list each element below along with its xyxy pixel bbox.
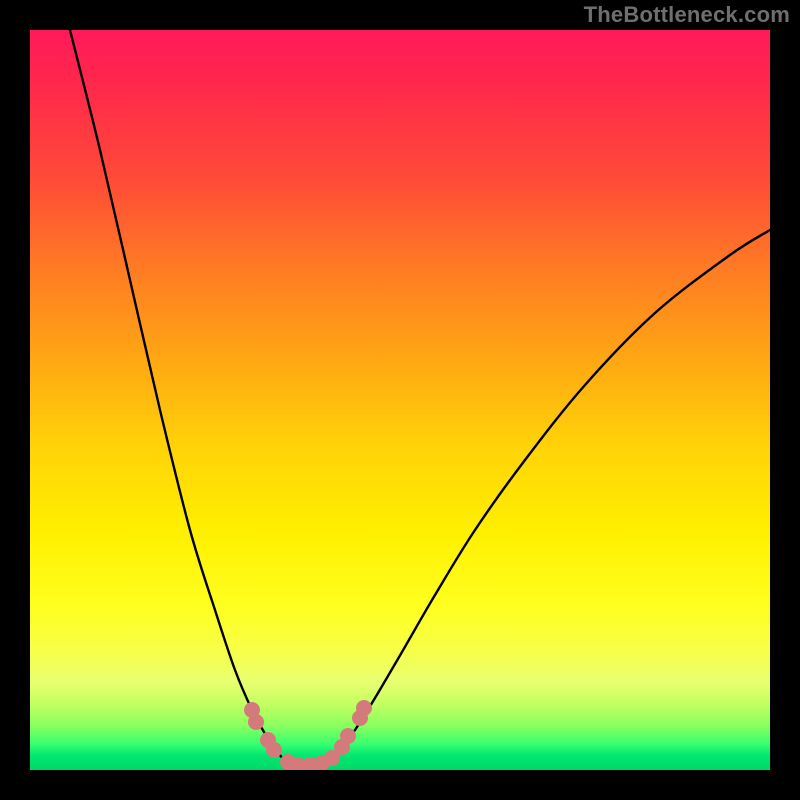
watermark-text: TheBottleneck.com [584, 2, 790, 28]
anchor-dots-group [244, 700, 372, 770]
anchor-dot [340, 728, 356, 744]
plot-area [30, 30, 770, 770]
anchor-dot [356, 700, 372, 716]
anchor-dot [248, 714, 264, 730]
chart-frame: TheBottleneck.com [0, 0, 800, 800]
anchor-dot [266, 742, 282, 758]
chart-svg [30, 30, 770, 770]
bottleneck-curve [70, 30, 770, 765]
